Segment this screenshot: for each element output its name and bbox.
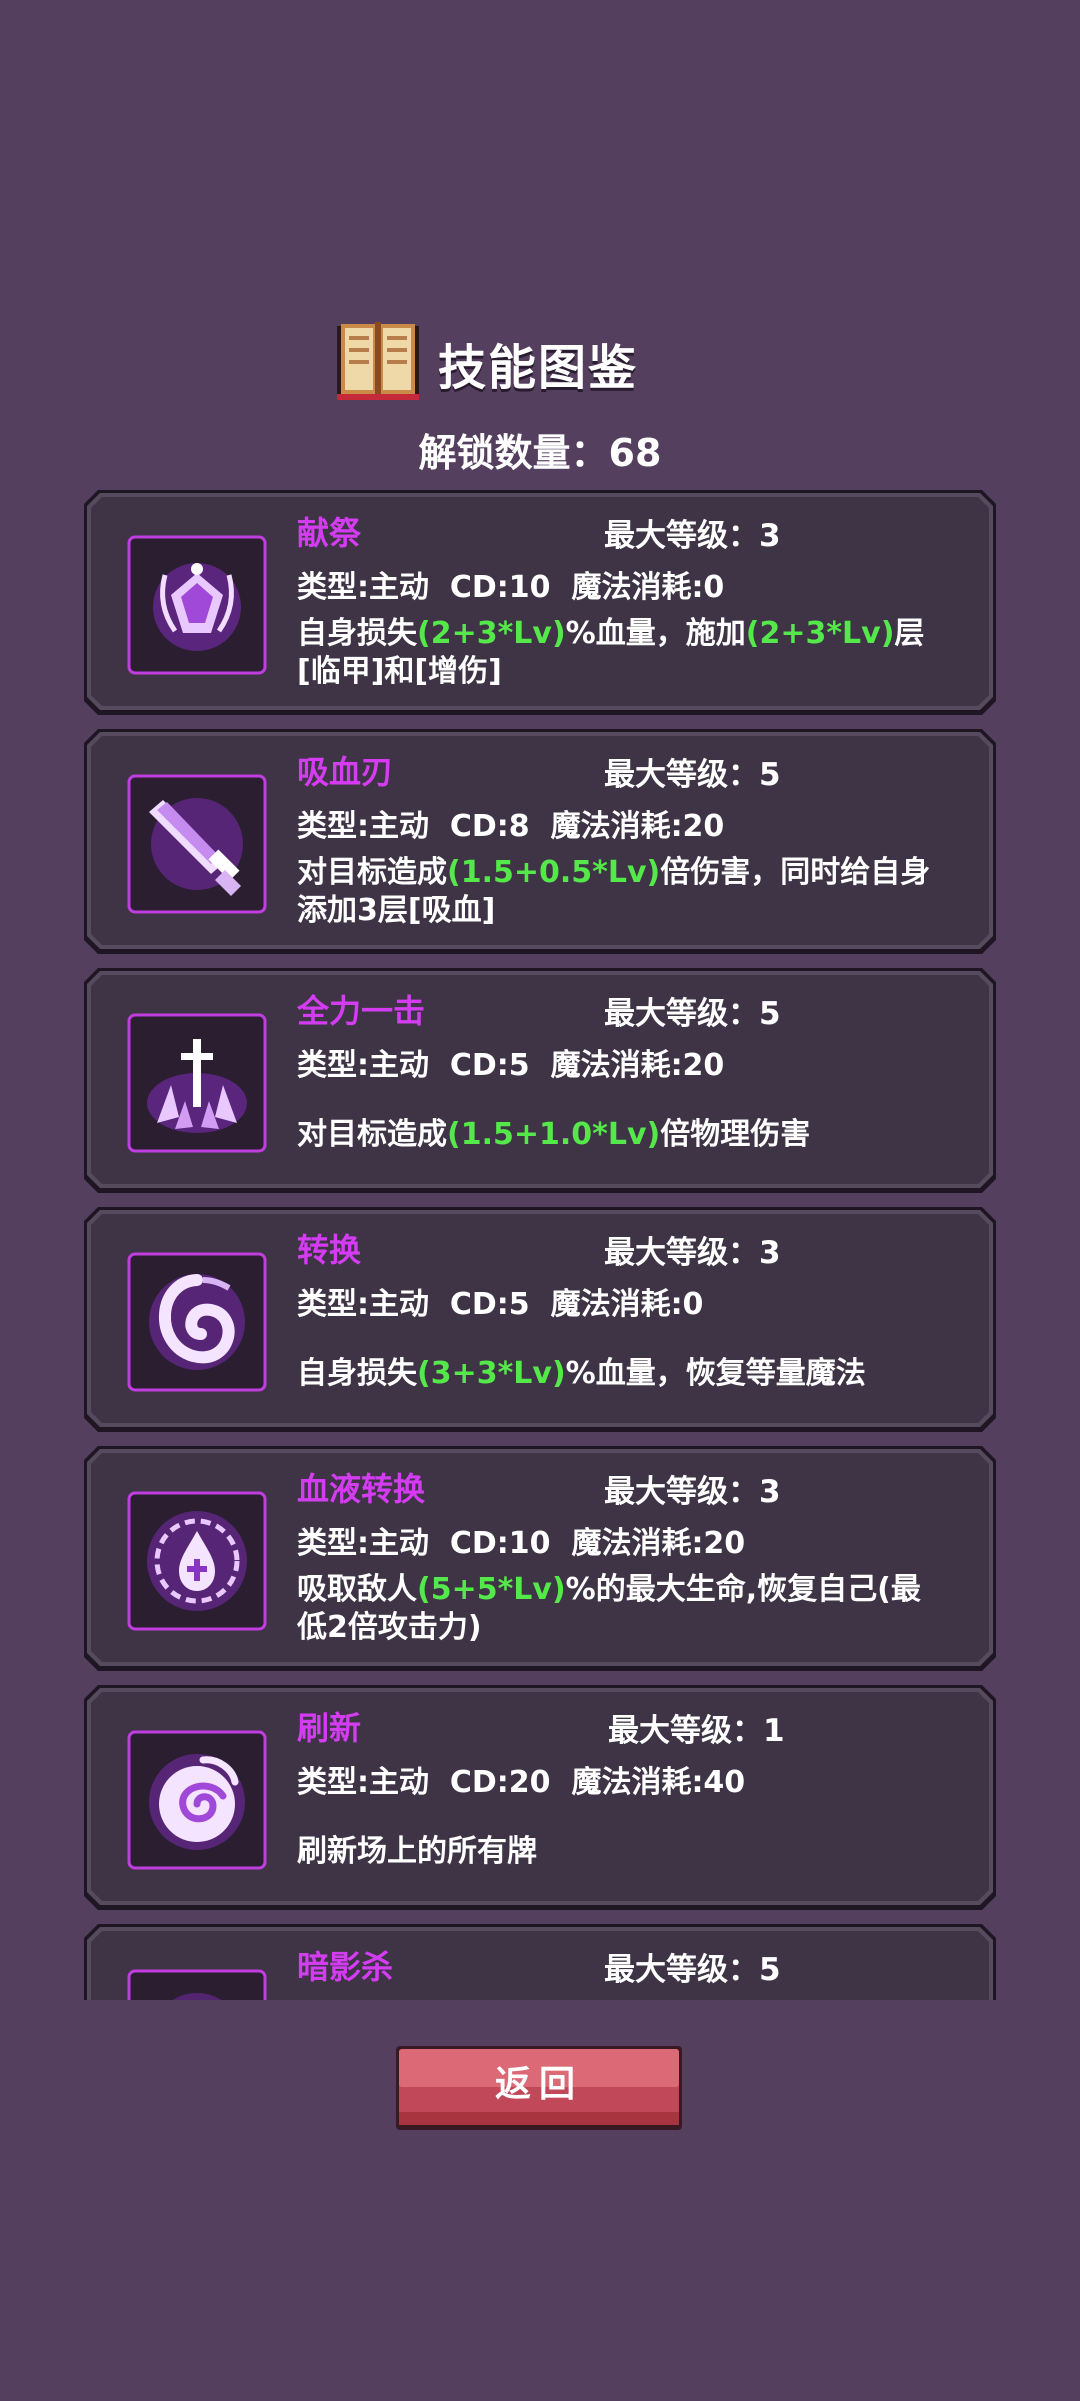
skill-list[interactable]: 献祭 最大等级：3 类型:主动 CD:10 魔法消耗:0 自身损失(2+3*Lv… xyxy=(84,490,996,2000)
max-level: 最大等级：5 xyxy=(604,996,781,1032)
desc-formula: (5+5*Lv) xyxy=(417,1572,566,1607)
skill-card[interactable]: 全力一击 最大等级：5 类型:主动 CD:5 魔法消耗:20 对目标造成(1.5… xyxy=(84,968,996,1193)
skill-name: 刷新 xyxy=(297,1709,362,1747)
skill-meta: 类型:主动 CD:5 魔法消耗:20 xyxy=(297,1048,725,1083)
skill-description: 吸取敌人(5+5*Lv)%的最大生命,恢复自己(最低2倍攻击力) xyxy=(297,1571,937,1647)
desc-text: 吸取敌人 xyxy=(297,1572,417,1607)
desc-text: %血量，恢复等量魔法 xyxy=(565,1356,866,1391)
unlock-count: 解锁数量：68 xyxy=(418,431,662,475)
desc-text: 自身损失 xyxy=(297,1356,417,1391)
max-level: 最大等级：3 xyxy=(604,1474,781,1510)
skill-name: 全力一击 xyxy=(297,992,426,1030)
shadow-icon xyxy=(127,1969,267,2000)
skill-card[interactable]: 暗影杀 最大等级：5 xyxy=(84,1924,996,2000)
desc-formula: (1.5+1.0*Lv) xyxy=(447,1117,661,1152)
skill-description: 刷新场上的所有牌 xyxy=(297,1833,937,1871)
skill-name: 血液转换 xyxy=(297,1470,426,1508)
blood-drop-icon xyxy=(127,1491,267,1631)
skill-card[interactable]: 吸血刃 最大等级：5 类型:主动 CD:8 魔法消耗:20 对目标造成(1.5+… xyxy=(84,729,996,954)
skill-name: 吸血刃 xyxy=(297,753,394,791)
sword-strike-icon xyxy=(127,1013,267,1153)
desc-formula: (3+3*Lv) xyxy=(417,1356,566,1391)
skill-card[interactable]: 献祭 最大等级：3 类型:主动 CD:10 魔法消耗:0 自身损失(2+3*Lv… xyxy=(84,490,996,715)
skill-name: 献祭 xyxy=(297,514,362,552)
desc-text: %血量，施加 xyxy=(565,616,746,651)
max-level: 最大等级：3 xyxy=(604,518,781,554)
max-level: 最大等级：1 xyxy=(608,1713,785,1749)
spiral-icon xyxy=(127,1730,267,1870)
header: 技能图鉴 xyxy=(0,320,1080,410)
book-icon xyxy=(337,322,419,400)
back-button-label: 返回 xyxy=(494,2064,583,2105)
skill-description: 对目标造成(1.5+0.5*Lv)倍伤害，同时给自身添加3层[吸血] xyxy=(297,854,937,930)
desc-text: 对目标造成 xyxy=(297,855,447,890)
desc-text: 自身损失 xyxy=(297,616,417,651)
skill-description: 自身损失(3+3*Lv)%血量，恢复等量魔法 xyxy=(297,1355,937,1393)
skill-card[interactable]: 血液转换 最大等级：3 类型:主动 CD:10 魔法消耗:20 吸取敌人(5+5… xyxy=(84,1446,996,1671)
skill-name: 转换 xyxy=(297,1231,362,1269)
skill-meta: 类型:主动 CD:10 魔法消耗:20 xyxy=(297,1526,746,1561)
page-title: 技能图鉴 xyxy=(438,340,639,396)
skill-meta: 类型:主动 CD:10 魔法消耗:0 xyxy=(297,570,725,605)
skill-meta: 类型:主动 CD:8 魔法消耗:20 xyxy=(297,809,725,844)
max-level: 最大等级：3 xyxy=(604,1235,781,1271)
skill-card[interactable]: 转换 最大等级：3 类型:主动 CD:5 魔法消耗:0 自身损失(3+3*Lv)… xyxy=(84,1207,996,1432)
skill-card[interactable]: 刷新 最大等级：1 类型:主动 CD:20 魔法消耗:40 刷新场上的所有牌 xyxy=(84,1685,996,1910)
skill-name: 暗影杀 xyxy=(297,1948,394,1986)
max-level: 最大等级：5 xyxy=(604,757,781,793)
skill-meta: 类型:主动 CD:5 魔法消耗:0 xyxy=(297,1287,704,1322)
desc-formula: (1.5+0.5*Lv) xyxy=(447,855,661,890)
skill-description: 自身损失(2+3*Lv)%血量，施加(2+3*Lv)层[临甲]和[增伤] xyxy=(297,615,937,691)
crowned-gem-icon xyxy=(127,535,267,675)
max-level: 最大等级：5 xyxy=(604,1952,781,1988)
desc-formula: (2+3*Lv) xyxy=(745,616,895,651)
skill-meta: 类型:主动 CD:20 魔法消耗:40 xyxy=(297,1765,746,1800)
blade-icon xyxy=(127,774,267,914)
desc-text: 对目标造成 xyxy=(297,1117,447,1152)
desc-text: 倍物理伤害 xyxy=(660,1117,811,1152)
desc-text: 刷新场上的所有牌 xyxy=(297,1834,537,1869)
swirl-icon xyxy=(127,1252,267,1392)
desc-formula: (2+3*Lv) xyxy=(417,616,566,651)
back-button[interactable]: 返回 xyxy=(396,2046,682,2130)
skill-description: 对目标造成(1.5+1.0*Lv)倍物理伤害 xyxy=(297,1116,937,1154)
